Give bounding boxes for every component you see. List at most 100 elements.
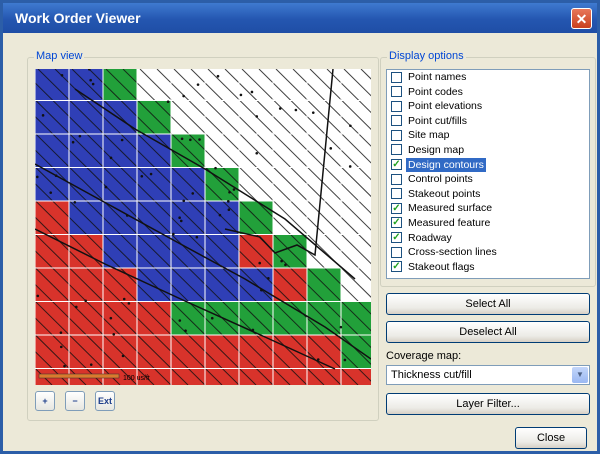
display-option-item[interactable]: Point codes xyxy=(387,85,589,100)
survey-point xyxy=(89,363,93,366)
option-checkbox[interactable] xyxy=(391,188,402,200)
survey-point xyxy=(36,294,40,298)
coverage-map-select[interactable]: Thickness cut/fill ▼ xyxy=(386,365,590,385)
chevron-down-icon[interactable]: ▼ xyxy=(572,367,588,383)
option-checkbox[interactable] xyxy=(391,144,402,156)
survey-point xyxy=(232,188,236,191)
zoom-out-button[interactable]: − xyxy=(65,391,85,411)
survey-point xyxy=(258,261,262,265)
option-checkbox[interactable] xyxy=(391,71,402,83)
option-checkbox[interactable] xyxy=(391,173,402,185)
map-canvas[interactable]: 100 us/ft xyxy=(35,69,371,385)
option-label: Stakeout points xyxy=(408,187,481,200)
zoom-in-icon: + xyxy=(42,396,48,406)
display-option-item[interactable]: Design map xyxy=(387,143,589,158)
survey-point xyxy=(218,213,222,217)
survey-point xyxy=(73,200,77,204)
option-label: Design contours xyxy=(406,157,486,173)
survey-point xyxy=(180,137,184,141)
survey-point xyxy=(255,115,259,118)
display-options-list[interactable]: Point names Point codes Point elevations Po… xyxy=(386,69,590,279)
option-checkbox[interactable] xyxy=(391,115,402,127)
coverage-cell xyxy=(103,100,137,134)
survey-point xyxy=(122,297,126,301)
survey-point xyxy=(228,190,231,194)
option-label: Point names xyxy=(408,71,467,83)
survey-point xyxy=(59,331,63,334)
option-checkbox[interactable] xyxy=(391,246,402,258)
option-checkbox[interactable]: ✓ xyxy=(391,261,402,273)
display-option-item[interactable]: Site map xyxy=(387,128,589,143)
survey-point xyxy=(349,124,352,128)
display-option-item[interactable]: Point cut/fills xyxy=(387,114,589,129)
survey-point xyxy=(227,200,230,203)
survey-point xyxy=(91,82,95,86)
survey-point xyxy=(121,354,125,358)
option-checkbox[interactable] xyxy=(391,129,402,141)
survey-point xyxy=(41,114,45,117)
zoom-extents-button[interactable]: Ext xyxy=(95,391,115,411)
option-checkbox[interactable]: ✓ xyxy=(391,202,402,214)
survey-point xyxy=(250,90,254,94)
display-option-item[interactable]: Cross-section lines xyxy=(387,245,589,260)
display-option-item[interactable]: Control points xyxy=(387,172,589,187)
coverage-map-value: Thickness cut/fill xyxy=(391,369,472,381)
coverage-cell xyxy=(69,134,103,168)
coverage-cell xyxy=(137,100,171,134)
close-button[interactable]: Close xyxy=(515,427,587,449)
survey-point xyxy=(166,100,170,104)
option-label: Measured feature xyxy=(408,216,491,229)
display-option-item[interactable]: ✓ Stakeout flags xyxy=(387,260,589,275)
layer-filter-button[interactable]: Layer Filter... xyxy=(386,393,590,415)
coverage-cell xyxy=(273,368,307,385)
zoom-in-button[interactable]: + xyxy=(35,391,55,411)
survey-point xyxy=(125,214,129,217)
survey-point xyxy=(172,232,175,236)
option-label: Point codes xyxy=(408,85,463,98)
survey-point xyxy=(59,345,63,349)
survey-point xyxy=(280,259,283,263)
option-checkbox[interactable] xyxy=(391,86,402,98)
select-all-button[interactable]: Select All xyxy=(386,293,590,315)
scale-label: 100 us/ft xyxy=(123,375,150,382)
survey-point xyxy=(214,166,217,170)
survey-point xyxy=(191,192,195,195)
survey-point xyxy=(112,332,116,336)
option-checkbox[interactable]: ✓ xyxy=(391,159,402,171)
map-graphic[interactable]: 100 us/ft xyxy=(35,69,371,385)
display-option-item[interactable]: Point names xyxy=(387,70,589,85)
display-option-item[interactable]: ✓ Measured surface xyxy=(387,201,589,216)
close-window-button[interactable]: ✕ xyxy=(571,8,592,29)
coverage-cell xyxy=(205,368,239,385)
survey-point xyxy=(239,93,243,97)
survey-point xyxy=(140,174,144,178)
coverage-cell xyxy=(307,368,341,385)
display-option-item[interactable]: Stakeout points xyxy=(387,187,589,202)
option-checkbox[interactable]: ✓ xyxy=(391,217,402,229)
display-option-item[interactable]: ✓ Measured feature xyxy=(387,216,589,231)
display-option-item[interactable]: ✓ Roadway xyxy=(387,231,589,246)
survey-point xyxy=(284,263,287,267)
coverage-cell xyxy=(103,69,137,101)
deselect-all-button[interactable]: Deselect All xyxy=(386,321,590,343)
coverage-map-label: Coverage map: xyxy=(386,350,462,362)
window-title: Work Order Viewer xyxy=(15,10,141,26)
survey-point xyxy=(294,108,298,112)
title-bar[interactable]: Work Order Viewer ✕ xyxy=(3,3,597,33)
option-label: Site map xyxy=(408,129,450,142)
option-label: Cross-section lines xyxy=(408,246,497,259)
option-label: Measured surface xyxy=(408,202,493,215)
work-order-viewer-window: Work Order Viewer ✕ Map view 100 us/ft +… xyxy=(0,0,600,454)
survey-point xyxy=(267,277,270,280)
survey-point xyxy=(311,111,315,114)
survey-point xyxy=(329,147,333,150)
survey-point xyxy=(278,107,282,110)
survey-point xyxy=(60,74,64,77)
option-checkbox[interactable] xyxy=(391,100,402,112)
option-checkbox[interactable]: ✓ xyxy=(391,232,402,244)
survey-point xyxy=(255,151,259,155)
survey-point xyxy=(260,288,263,292)
display-option-item[interactable]: ✓ Design contours xyxy=(387,157,589,173)
survey-point xyxy=(89,78,92,82)
display-option-item[interactable]: Point elevations xyxy=(387,99,589,114)
